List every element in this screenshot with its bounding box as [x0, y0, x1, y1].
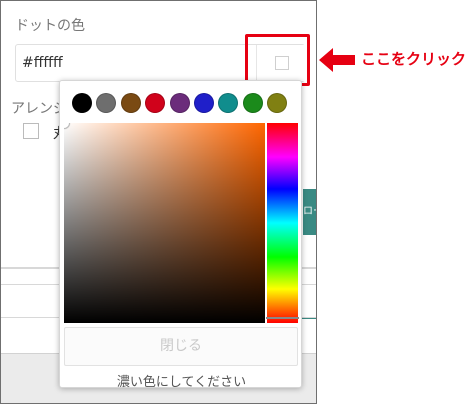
- color-hex-value: #ffffff: [22, 55, 63, 71]
- saturation-value-field[interactable]: [64, 123, 265, 323]
- highlight-frame: [245, 34, 310, 86]
- preset-swatch[interactable]: [96, 93, 117, 113]
- preset-swatch[interactable]: [267, 93, 288, 113]
- preset-swatch[interactable]: [72, 93, 92, 113]
- preset-swatch[interactable]: [194, 93, 214, 113]
- preset-swatch[interactable]: [242, 93, 263, 113]
- arrange-checkbox[interactable]: [23, 123, 39, 139]
- click-here-note: ここをクリック: [361, 50, 467, 68]
- side-action-button[interactable]: ロー: [303, 189, 316, 235]
- close-button[interactable]: 閉じる: [64, 327, 298, 366]
- preset-swatch[interactable]: [169, 93, 190, 113]
- left-arrow-icon: [319, 48, 355, 72]
- dot-color-label: ドットの色: [15, 18, 85, 34]
- darker-color-hint: 濃い色にしてください: [116, 375, 247, 390]
- preset-swatch[interactable]: [218, 93, 239, 113]
- hue-slider[interactable]: [266, 123, 299, 323]
- preset-swatch[interactable]: [145, 93, 166, 113]
- hue-slider-handle[interactable]: [266, 317, 299, 319]
- color-picker-popup: 閉じる 濃い色にしてください: [59, 80, 302, 390]
- preset-swatch[interactable]: [120, 93, 141, 113]
- value-gradient: [64, 123, 265, 323]
- screen: ドットの色 #ffffff アレンジ 丸 ロー ここをクリック 閉じる 濃い色: [0, 0, 472, 404]
